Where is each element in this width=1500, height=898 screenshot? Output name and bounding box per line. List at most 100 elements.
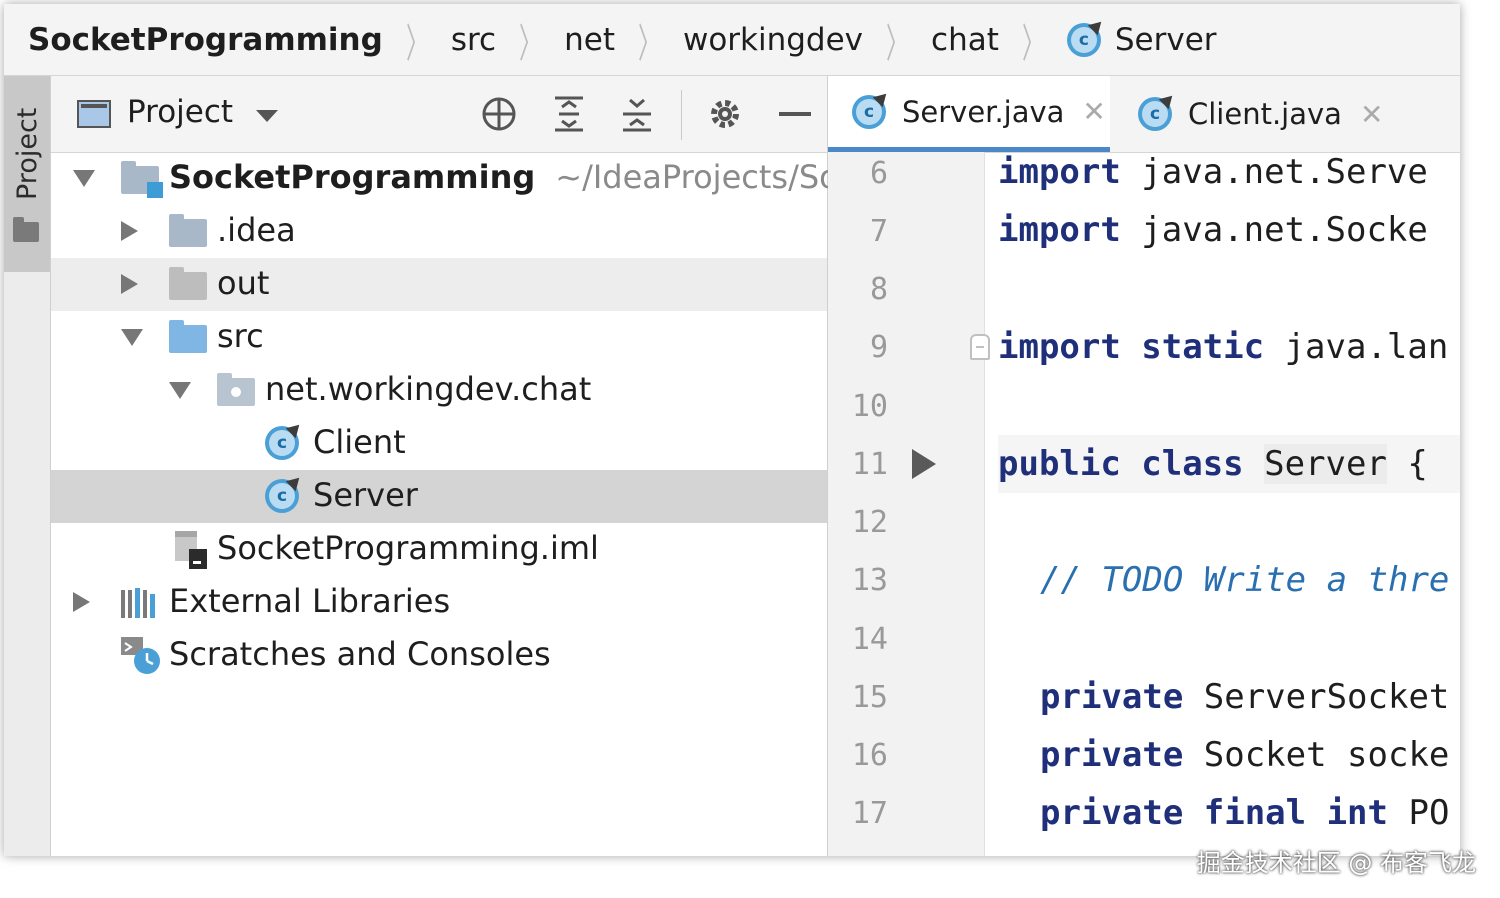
line-number: 12 bbox=[851, 505, 888, 540]
tab-label: Server.java bbox=[902, 94, 1065, 129]
breadcrumb-item-server-label: Server bbox=[1114, 21, 1217, 58]
expand-all-icon[interactable] bbox=[549, 94, 589, 134]
tree-row-server[interactable]: c Server bbox=[51, 470, 827, 523]
tree-row-package[interactable]: net.workingdev.chat bbox=[51, 364, 827, 417]
class-icon: c bbox=[265, 479, 299, 513]
tree-row-iml[interactable]: SocketProgramming.iml bbox=[51, 523, 827, 576]
locate-icon[interactable] bbox=[479, 94, 519, 134]
folder-icon bbox=[13, 217, 39, 242]
project-panel-header: Project bbox=[51, 76, 827, 153]
run-icon[interactable] bbox=[912, 449, 936, 479]
class-icon: c bbox=[1066, 22, 1101, 57]
project-folder-icon bbox=[121, 161, 163, 198]
collapse-all-icon[interactable] bbox=[617, 94, 657, 134]
chevron-right-icon: 〉 bbox=[886, 20, 909, 67]
source-folder-icon bbox=[169, 320, 207, 353]
gear-icon[interactable] bbox=[705, 94, 745, 134]
class-icon: c bbox=[1138, 97, 1172, 131]
project-tool-tab-label: Project bbox=[12, 107, 43, 200]
tree-label: .idea bbox=[217, 211, 296, 249]
watermark: 掘金技术社区 @ 布客飞龙 bbox=[1196, 849, 1476, 877]
expand-arrow-icon[interactable] bbox=[121, 329, 143, 346]
line-number: 17 bbox=[851, 796, 888, 831]
tab-server-java[interactable]: c Server.java ✕ bbox=[828, 76, 1110, 152]
libraries-icon bbox=[121, 588, 155, 618]
project-view-icon bbox=[77, 100, 111, 128]
class-icon: c bbox=[265, 426, 299, 460]
tree-label: src bbox=[217, 317, 264, 355]
close-icon[interactable]: ✕ bbox=[1360, 98, 1383, 131]
line-number: 14 bbox=[851, 622, 888, 657]
project-panel: Project SocketProgramming ~/IdeaProjects… bbox=[51, 76, 839, 856]
folder-icon bbox=[169, 267, 207, 300]
collapsed-arrow-icon[interactable] bbox=[121, 221, 138, 241]
breadcrumb-item-server[interactable]: c Server bbox=[1066, 21, 1217, 58]
tree-label: SocketProgramming.iml bbox=[217, 529, 599, 567]
chevron-right-icon: 〉 bbox=[405, 20, 428, 67]
tree-label: SocketProgramming bbox=[169, 158, 536, 196]
chevron-right-icon: 〉 bbox=[1021, 20, 1044, 67]
tree-label: External Libraries bbox=[169, 582, 451, 620]
code-line-17: private final int PO bbox=[1040, 793, 1450, 833]
caret-down-icon[interactable] bbox=[256, 110, 278, 122]
tool-window-strip: Project bbox=[4, 76, 51, 856]
line-number: 10 bbox=[851, 389, 888, 424]
breadcrumb-item-chat[interactable]: chat bbox=[931, 22, 999, 58]
line-number-gutter: 6 7 8 9 10 11 12 13 14 15 16 17 bbox=[828, 152, 990, 856]
code-line-6: import java.net.Serve bbox=[998, 152, 1428, 192]
tree-row-out[interactable]: out bbox=[51, 258, 827, 311]
breadcrumb-item-src[interactable]: src bbox=[451, 22, 496, 58]
line-number: 6 bbox=[869, 156, 888, 191]
tree-label: Client bbox=[313, 423, 406, 461]
tree-label: Server bbox=[313, 476, 418, 514]
code-line-13: // TODO Write a thre bbox=[1040, 560, 1450, 600]
line-number: 13 bbox=[851, 563, 888, 598]
breadcrumb: SocketProgramming 〉 src 〉 net 〉 workingd… bbox=[4, 4, 1460, 76]
package-icon bbox=[217, 373, 255, 406]
code-line-16: private Socket socke bbox=[1040, 735, 1450, 775]
fold-icon[interactable] bbox=[970, 334, 990, 360]
project-view-selector[interactable]: Project bbox=[127, 94, 233, 130]
minimize-icon[interactable] bbox=[775, 94, 815, 134]
editor-tabs: c Server.java ✕ c Client.java ✕ bbox=[828, 76, 1460, 153]
tree-row-src[interactable]: src bbox=[51, 311, 827, 364]
collapsed-arrow-icon[interactable] bbox=[73, 592, 90, 612]
expand-arrow-icon[interactable] bbox=[169, 382, 191, 399]
tree-label: out bbox=[217, 264, 270, 302]
line-number: 15 bbox=[851, 680, 888, 715]
line-number: 8 bbox=[869, 272, 888, 307]
tree-path: ~/IdeaProjects/So bbox=[555, 158, 839, 196]
tree-label: net.workingdev.chat bbox=[265, 370, 592, 408]
module-file-icon bbox=[175, 531, 207, 569]
breadcrumb-item-workingdev[interactable]: workingdev bbox=[683, 22, 863, 58]
chevron-right-icon: 〉 bbox=[637, 20, 660, 67]
breadcrumb-item-project[interactable]: SocketProgramming bbox=[28, 22, 383, 58]
ide-window: SocketProgramming 〉 src 〉 net 〉 workingd… bbox=[4, 4, 1460, 856]
chevron-right-icon: 〉 bbox=[519, 20, 542, 67]
code-line-11: public class Server { bbox=[998, 435, 1460, 493]
tab-client-java[interactable]: c Client.java ✕ bbox=[1138, 76, 1438, 152]
project-tool-tab[interactable]: Project bbox=[4, 76, 50, 272]
close-icon[interactable]: ✕ bbox=[1082, 95, 1105, 128]
toolbar-separator bbox=[681, 90, 682, 140]
tree-row-client[interactable]: c Client bbox=[51, 417, 827, 470]
line-number: 9 bbox=[869, 330, 888, 365]
collapsed-arrow-icon[interactable] bbox=[121, 274, 138, 294]
tree-row-scratches[interactable]: Scratches and Consoles bbox=[51, 629, 827, 682]
tree-row-idea[interactable]: .idea bbox=[51, 205, 827, 258]
tree-row-external-libraries[interactable]: External Libraries bbox=[51, 576, 827, 629]
code-area[interactable]: import java.net.Serve import java.net.So… bbox=[998, 152, 1460, 856]
class-icon: c bbox=[852, 94, 886, 129]
expand-arrow-icon[interactable] bbox=[73, 170, 95, 187]
line-number: 11 bbox=[851, 447, 888, 482]
code-line-9: import static java.lan bbox=[998, 327, 1449, 367]
tree-row-project-root[interactable]: SocketProgramming ~/IdeaProjects/So bbox=[51, 152, 839, 205]
scratches-icon bbox=[121, 637, 160, 674]
tree-label: Scratches and Consoles bbox=[169, 635, 551, 673]
editor-pane: c Server.java ✕ c Client.java ✕ 6 7 8 9 … bbox=[828, 76, 1460, 856]
code-line-15: private ServerSocket bbox=[1040, 677, 1450, 717]
folder-icon bbox=[169, 214, 207, 247]
breadcrumb-item-net[interactable]: net bbox=[564, 22, 615, 58]
line-number: 7 bbox=[869, 214, 888, 249]
line-number: 16 bbox=[851, 738, 888, 773]
